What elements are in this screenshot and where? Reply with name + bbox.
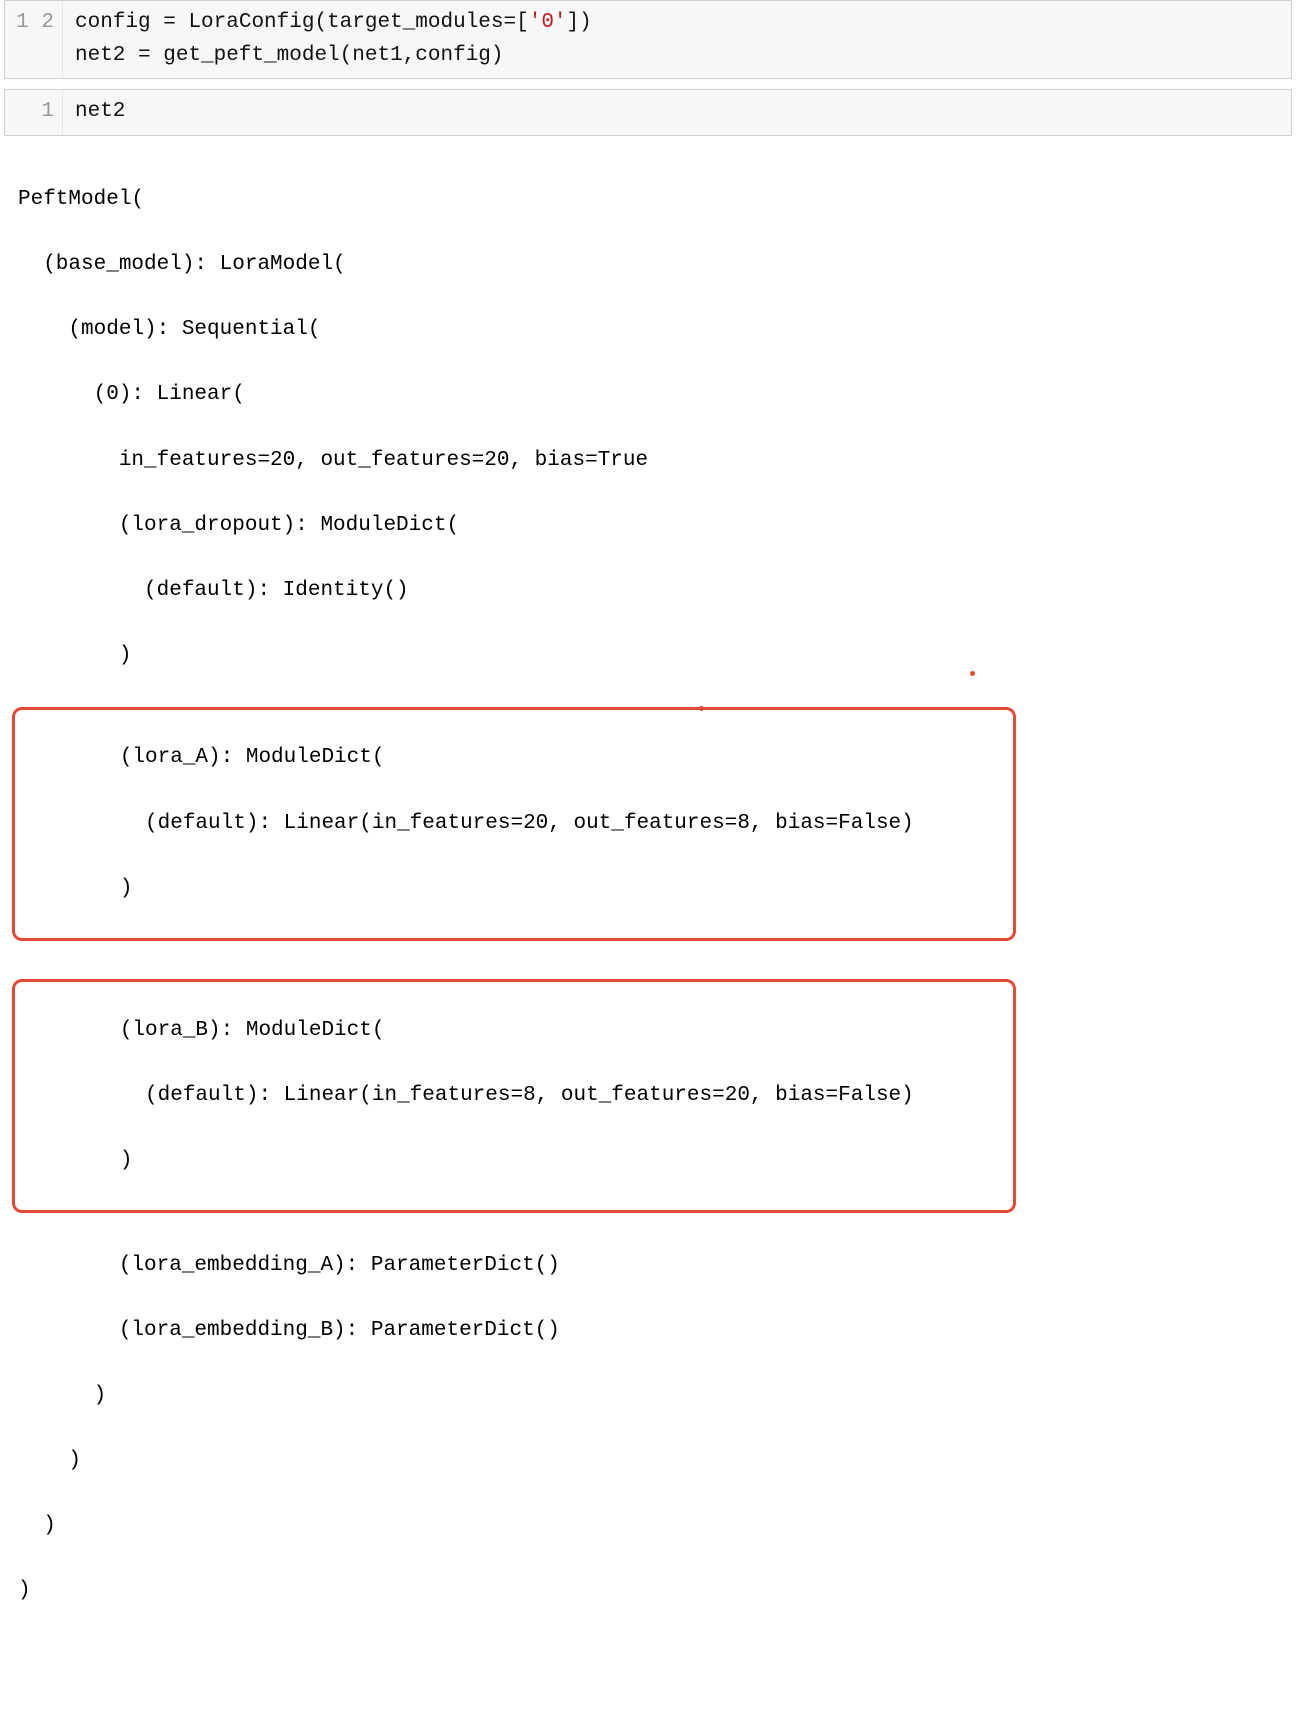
code-cell-2: 1 net2: [0, 89, 1296, 136]
code-token: =: [504, 11, 517, 34]
code-token: config: [75, 11, 163, 34]
output-line: (lora_B): ModuleDict(: [19, 1015, 1005, 1048]
line-number: 1: [41, 100, 54, 123]
line-number: 1: [16, 11, 29, 34]
code-token: =: [163, 11, 176, 34]
output-line: ): [18, 640, 1290, 673]
code-token: LoraConfig: [188, 11, 314, 34]
output-line: (model): Sequential(: [18, 314, 1290, 347]
annotation-dot-icon: [699, 706, 704, 711]
output-area: PeftModel( (base_model): LoraModel( (mod…: [0, 146, 1296, 1711]
output-line: (0): Linear(: [18, 379, 1290, 412]
output-line: (default): Identity(): [18, 575, 1290, 608]
highlight-lora-b: (lora_B): ModuleDict( (default): Linear(…: [12, 979, 1016, 1213]
line-number: 2: [41, 11, 54, 34]
output-line: (lora_dropout): ModuleDict(: [18, 510, 1290, 543]
code-token: ]): [567, 11, 592, 34]
code-token: get_peft_model: [163, 44, 339, 67]
code-token: [151, 44, 164, 67]
output-line: (default): Linear(in_features=8, out_fea…: [19, 1080, 1005, 1113]
input-cell[interactable]: 1 2 config = LoraConfig(target_modules=[…: [4, 0, 1292, 79]
code-token: net2: [75, 100, 125, 123]
annotation-dot-icon: [970, 671, 975, 676]
output-line: (base_model): LoraModel(: [18, 249, 1290, 282]
output-line: (lora_embedding_A): ParameterDict(): [18, 1250, 1290, 1283]
output-line: ): [18, 1380, 1290, 1413]
code-token: [: [516, 11, 529, 34]
code-cell-1: 1 2 config = LoraConfig(target_modules=[…: [0, 0, 1296, 79]
input-cell[interactable]: 1 net2: [4, 89, 1292, 136]
output-line: ): [18, 1510, 1290, 1543]
line-gutter: 1 2: [5, 1, 63, 78]
output-line: ): [18, 1575, 1290, 1608]
code-area[interactable]: config = LoraConfig(target_modules=['0']…: [63, 1, 1291, 78]
code-token: [176, 11, 189, 34]
output-line: (default): Linear(in_features=20, out_fe…: [19, 808, 1005, 841]
output-line: PeftModel(: [18, 184, 1290, 217]
code-token: net2: [75, 44, 138, 67]
output-line: (lora_embedding_B): ParameterDict(): [18, 1315, 1290, 1348]
code-token: (net1,config): [340, 44, 504, 67]
output-line: (lora_A): ModuleDict(: [19, 742, 1005, 775]
code-token: (target_modules: [314, 11, 503, 34]
code-string: '0': [529, 11, 567, 34]
output-line: ): [19, 873, 1005, 906]
code-area[interactable]: net2: [63, 90, 1291, 135]
output-line: ): [19, 1145, 1005, 1178]
line-gutter: 1: [5, 90, 63, 135]
output-line: ): [18, 1445, 1290, 1478]
output-line: in_features=20, out_features=20, bias=Tr…: [18, 445, 1290, 478]
highlight-lora-a: (lora_A): ModuleDict( (default): Linear(…: [12, 707, 1016, 941]
code-token: =: [138, 44, 151, 67]
